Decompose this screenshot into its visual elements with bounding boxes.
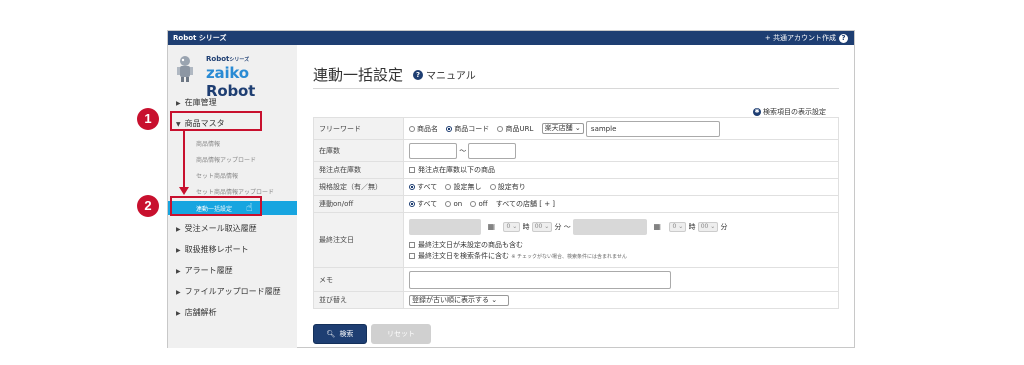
radio-link-all[interactable]: すべて: [409, 200, 437, 208]
row-freeword: フリーワード 商品名 商品コード 商品URL 楽天店舗 ⌄ sample: [313, 117, 839, 140]
gear-icon: ✱: [753, 108, 761, 116]
question-icon: ?: [413, 69, 424, 80]
row-spec: 規格設定（有／無） すべて 設定無し 設定有り: [313, 178, 839, 196]
radio-link-on[interactable]: on: [445, 200, 462, 208]
all-stores-toggle[interactable]: すべての店舗 [ + ]: [496, 200, 555, 208]
robot-logo-icon: [177, 56, 193, 82]
minute-from-select[interactable]: 00 ⌄: [531, 222, 553, 232]
highlight-bulk-link: [170, 196, 262, 216]
sidebar-subitem-product-upload[interactable]: 商品情報アップロード: [196, 155, 256, 164]
stock-max-input[interactable]: [468, 142, 517, 159]
radio-spec-all[interactable]: すべて: [409, 183, 437, 191]
hour-to-select[interactable]: 0 ⌄: [669, 222, 687, 232]
radio-product-url[interactable]: 商品URL: [497, 125, 533, 133]
sidebar-item-report[interactable]: ▶ 取扱推移レポート: [176, 244, 249, 255]
range-separator: 〜: [459, 146, 467, 155]
reset-button[interactable]: リセット: [371, 324, 431, 344]
caret-right-icon: ▶: [176, 310, 181, 317]
create-account-link[interactable]: + 共通アカウント作成: [765, 31, 836, 45]
highlight-product-master: [170, 111, 262, 131]
search-settings-link[interactable]: ✱ 検索項目の表示設定: [753, 107, 826, 117]
date-from-input[interactable]: ▦: [409, 219, 495, 235]
sidebar-item-upload-history[interactable]: ▶ ファイルアップロード履歴: [176, 286, 281, 297]
callout-2: 2: [137, 195, 159, 217]
help-icon[interactable]: ?: [839, 33, 848, 43]
lastorder-label: 最終注文日: [313, 212, 404, 268]
search-form: フリーワード 商品名 商品コード 商品URL 楽天店舗 ⌄ sample 在庫数…: [313, 117, 839, 309]
link-label: 連動on/off: [313, 195, 404, 213]
manual-link[interactable]: ? マニュアル: [413, 67, 476, 82]
sidebar-item-stock[interactable]: ▶ 在庫管理: [176, 97, 217, 108]
radio-link-off[interactable]: off: [470, 200, 488, 208]
search-button[interactable]: 🔍︎ 検索: [313, 324, 367, 344]
calendar-icon[interactable]: ▦: [487, 222, 495, 231]
memo-label: メモ: [313, 267, 404, 292]
include-lastorder-checkbox[interactable]: 最終注文日を検索条件に含む: [409, 252, 509, 260]
arrow-line: [183, 131, 185, 189]
top-bar: Robot シリーズ + 共通アカウント作成 ?: [168, 31, 854, 45]
minute-to-select[interactable]: 00 ⌄: [697, 222, 719, 232]
search-icon: 🔍︎: [326, 330, 336, 338]
row-stock: 在庫数 〜: [313, 139, 839, 162]
row-sort: 並び替え 登録が古い順に表示する ⌄: [313, 291, 839, 309]
include-unset-checkbox[interactable]: 最終注文日が未設定の商品も含む: [409, 241, 523, 249]
caret-right-icon: ▶: [176, 247, 181, 254]
sidebar-subitem-product-info[interactable]: 商品情報: [196, 139, 220, 148]
calendar-icon[interactable]: ▦: [653, 222, 661, 231]
title-row: 連動一括設定 ? マニュアル: [313, 66, 839, 89]
page-title: 連動一括設定: [313, 66, 404, 84]
radio-spec-none[interactable]: 設定無し: [445, 183, 481, 191]
stock-min-input[interactable]: [409, 142, 457, 159]
row-link: 連動on/off すべて on off すべての店舗 [ + ]: [313, 195, 839, 213]
caret-right-icon: ▶: [176, 100, 181, 107]
radio-spec-yes[interactable]: 設定有り: [489, 183, 526, 191]
logo-series: Robotシリーズ: [206, 55, 250, 63]
freeword-label: フリーワード: [313, 117, 404, 140]
reorder-label: 発注点在庫数: [313, 161, 404, 179]
sidebar-subitem-set-upload[interactable]: セット商品情報アップロード: [196, 187, 274, 196]
caret-right-icon: ▶: [176, 289, 181, 296]
sidebar-item-store-analysis[interactable]: ▶ 店舗解析: [176, 307, 217, 318]
row-memo: メモ: [313, 267, 839, 292]
spec-label: 規格設定（有／無）: [313, 178, 404, 196]
memo-input[interactable]: [409, 270, 671, 289]
app-window: Robot シリーズ + 共通アカウント作成 ? Robotシリーズ zaiko…: [167, 30, 855, 348]
sort-select[interactable]: 登録が古い順に表示する ⌄: [409, 294, 509, 306]
date-to-input[interactable]: ▦: [572, 219, 661, 235]
hour-from-select[interactable]: 0 ⌄: [503, 222, 521, 232]
callout-1: 1: [137, 108, 159, 130]
caret-right-icon: ▶: [176, 268, 181, 275]
sidebar-subitem-set-product[interactable]: セット商品情報: [196, 171, 238, 180]
brand-label: Robot シリーズ: [173, 34, 227, 42]
logo-name: zaiko Robot: [206, 64, 256, 100]
caret-right-icon: ▶: [176, 226, 181, 233]
sidebar-item-alert[interactable]: ▶ アラート履歴: [176, 265, 233, 276]
logo[interactable]: Robotシリーズ zaiko Robot: [174, 53, 294, 100]
sort-label: 並び替え: [313, 291, 404, 309]
stock-label: 在庫数: [313, 139, 404, 162]
sidebar-item-order-mail[interactable]: ▶ 受注メール取込履歴: [176, 223, 257, 234]
store-select[interactable]: 楽天店舗 ⌄: [541, 123, 584, 134]
freeword-input[interactable]: sample: [585, 120, 720, 137]
reorder-checkbox[interactable]: 発注点在庫数以下の商品: [409, 166, 495, 174]
row-reorder: 発注点在庫数 発注点在庫数以下の商品: [313, 161, 839, 179]
arrow-head-icon: [179, 187, 189, 195]
lastorder-note: ※ チェックがない場合、検索条件には含まれません: [511, 254, 627, 260]
radio-product-name[interactable]: 商品名: [409, 125, 438, 133]
row-lastorder: 最終注文日 ▦ 0 ⌄ 時 00 ⌄ 分 〜 ▦ 0 ⌄ 時 00 ⌄ 分 最終…: [313, 212, 839, 268]
radio-product-code[interactable]: 商品コード: [446, 125, 489, 133]
